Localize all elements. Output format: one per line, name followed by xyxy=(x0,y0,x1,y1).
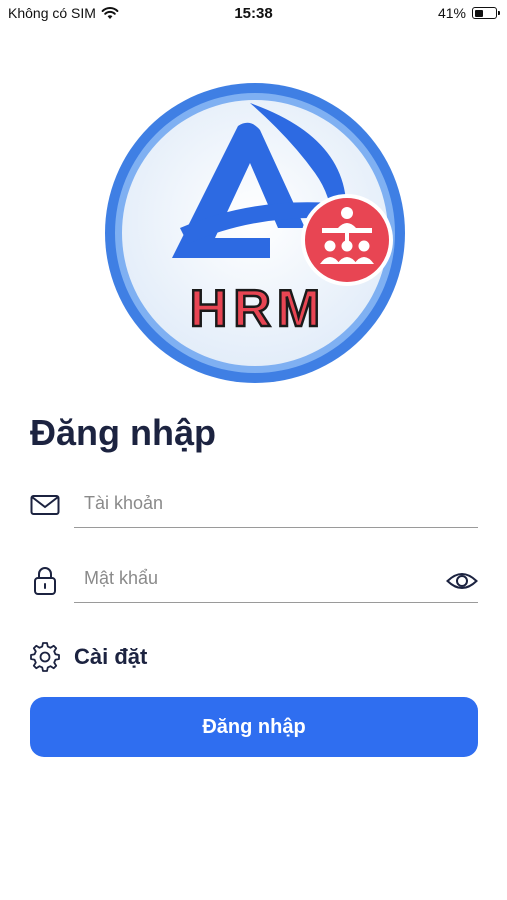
battery-cap xyxy=(498,11,500,15)
eye-icon[interactable] xyxy=(446,569,478,593)
app-logo: HRM xyxy=(105,83,405,383)
login-button[interactable]: Đăng nhập xyxy=(30,697,478,757)
gear-icon xyxy=(30,642,60,672)
password-input[interactable] xyxy=(74,555,478,603)
password-field xyxy=(30,555,478,605)
username-input[interactable] xyxy=(74,480,478,528)
status-right: 41% xyxy=(437,5,500,21)
battery-icon xyxy=(472,7,500,19)
username-field xyxy=(30,480,478,530)
page-title: Đăng nhập xyxy=(30,412,216,453)
mail-icon xyxy=(30,495,60,515)
battery-percent: 41% xyxy=(437,5,466,21)
logo-hrm-text: HRM xyxy=(190,280,326,338)
settings-label: Cài đặt xyxy=(74,644,148,669)
clock: 15:38 xyxy=(234,5,273,22)
status-bar: Không có SIM 15:38 41% xyxy=(0,0,507,28)
people-icon xyxy=(301,194,393,286)
battery-fill xyxy=(474,9,483,17)
lock-icon xyxy=(34,567,56,595)
settings-link[interactable]: Cài đặt xyxy=(30,642,147,672)
